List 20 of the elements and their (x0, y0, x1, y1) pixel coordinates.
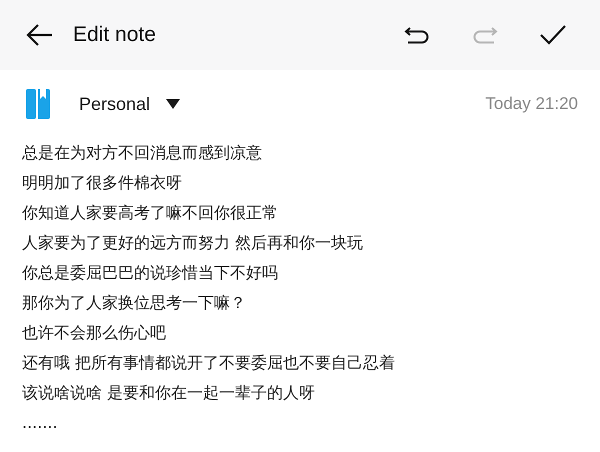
redo-icon (472, 26, 498, 44)
note-line: 人家要为了更好的远方而努力 然后再和你一块玩 (22, 232, 364, 254)
note-line: 明明加了很多件棉衣呀 (22, 172, 183, 194)
notebook-icon (26, 89, 50, 119)
undo-icon (404, 26, 430, 44)
folder-dropdown[interactable]: Personal (79, 90, 180, 118)
check-icon (539, 24, 567, 46)
note-line: 也许不会那么伤心吧 (22, 322, 167, 344)
note-line: 那你为了人家换位思考一下嘛？ (22, 292, 247, 314)
note-line: ....... (22, 412, 59, 434)
dropdown-triangle-icon (166, 99, 180, 109)
note-line: 总是在为对方不回消息而感到凉意 (22, 142, 263, 164)
note-line: 该说啥说啥 是要和你在一起一辈子的人呀 (22, 382, 316, 404)
screen-title: Edit note (73, 22, 156, 48)
note-line: 你总是委屈巴巴的说珍惜当下不好吗 (22, 262, 279, 284)
note-timestamp: Today 21:20 (485, 93, 578, 116)
note-line: 还有哦 把所有事情都说开了不要委屈也不要自己忍着 (22, 352, 396, 374)
back-arrow-icon (25, 23, 53, 47)
note-body[interactable]: 总是在为对方不回消息而感到凉意 明明加了很多件棉衣呀 你知道人家要高考了嘛不回你很正常 人家要为了更好的远方而努力 然后再和你一块玩 你总是委屈巴巴的说珍惜当下不好吗 那你为了人家换位思考一下嘛？ 也许不会那么伤心吧 还有哦 把所有事情都说开了不要委屈也不要自己忍着 该说啥说啥 是要和你在一起一辈子的人呀 ....... (0, 138, 600, 438)
note-line: 你知道人家要高考了嘛不回你很正常 (22, 202, 279, 224)
